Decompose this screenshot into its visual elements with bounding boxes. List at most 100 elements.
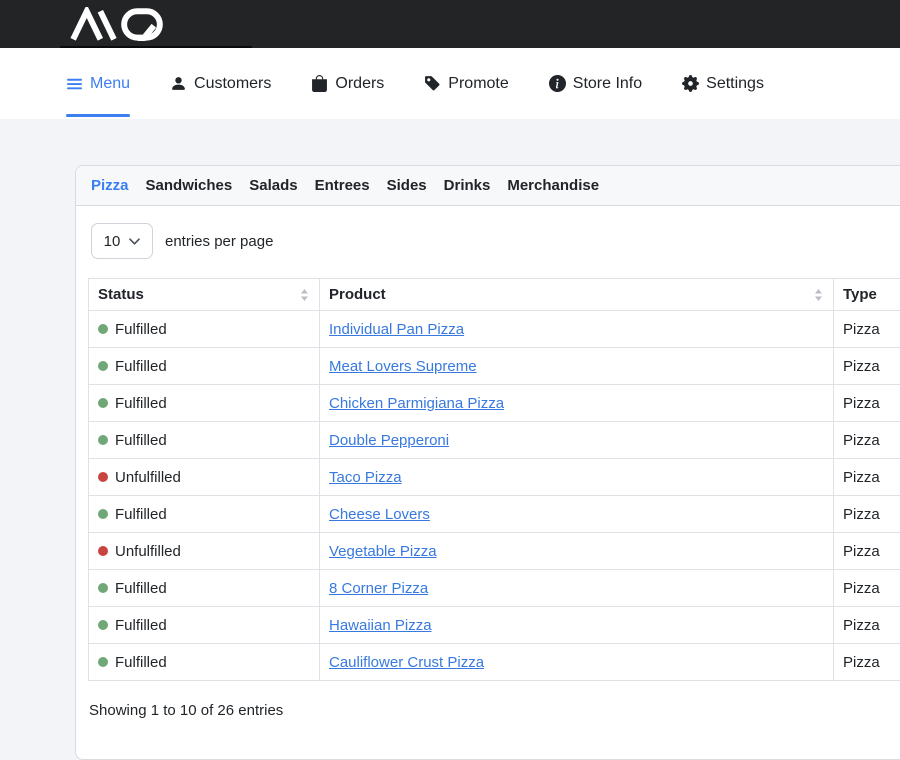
info-icon [549, 75, 566, 92]
nav-item-label: Menu [90, 75, 130, 93]
status-badge: Fulfilled [98, 395, 310, 412]
tag-icon [424, 75, 441, 92]
status-label: Fulfilled [115, 617, 167, 634]
app-header [0, 0, 900, 48]
nav-item-settings[interactable]: Settings [682, 48, 764, 119]
status-cell: Fulfilled [89, 348, 320, 385]
status-dot [98, 324, 108, 334]
table-row: FulfilledCheese LoversPizza [89, 496, 900, 533]
tab-merchandise[interactable]: Merchandise [507, 177, 599, 194]
bag-icon [311, 75, 328, 92]
status-badge: Fulfilled [98, 617, 310, 634]
type-cell: Pizza [834, 533, 900, 570]
table-header-row: Status Product Type [89, 279, 900, 311]
sort-icon[interactable] [814, 288, 823, 301]
logo-q-ring [124, 11, 160, 37]
page-size-label: entries per page [165, 233, 273, 250]
status-dot [98, 398, 108, 408]
status-label: Fulfilled [115, 432, 167, 449]
product-link[interactable]: Cauliflower Crust Pizza [329, 654, 484, 671]
status-label: Fulfilled [115, 358, 167, 375]
tab-drinks[interactable]: Drinks [444, 177, 491, 194]
page-size-value: 10 [104, 233, 121, 250]
status-label: Fulfilled [115, 321, 167, 338]
chevron-down-icon [129, 238, 140, 245]
nav-item-store-info[interactable]: Store Info [549, 48, 642, 119]
type-cell: Pizza [834, 311, 900, 348]
nav-bar: Menu Customers Orders Promote Store Info Sett… [0, 48, 900, 119]
product-cell: Taco Pizza [320, 459, 834, 496]
table-row: FulfilledChicken Parmigiana PizzaPizza [89, 385, 900, 422]
nav-item-label: Customers [194, 75, 271, 93]
table-header: Status Product Type [89, 279, 900, 311]
status-dot [98, 546, 108, 556]
category-tab-bar: Pizza Sandwiches Salads Entrees Sides Drinks M… [76, 166, 900, 206]
nav-item-label: Promote [448, 75, 508, 93]
product-link[interactable]: Individual Pan Pizza [329, 321, 464, 338]
status-badge: Fulfilled [98, 321, 310, 338]
tab-entrees[interactable]: Entrees [315, 177, 370, 194]
products-table: Status Product Type Fulfilled Individual Pa… [88, 278, 900, 681]
status-badge: Fulfilled [98, 506, 310, 523]
person-icon [170, 75, 187, 92]
nav-item-customers[interactable]: Customers [170, 48, 271, 119]
status-cell: Unfulfilled [89, 533, 320, 570]
product-cell: Cauliflower Crust Pizza [320, 644, 834, 681]
status-label: Unfulfilled [115, 469, 181, 486]
column-header-status[interactable]: Status [89, 279, 320, 311]
table-body: FulfilledIndividual Pan PizzaPizzaFulfil… [89, 311, 900, 681]
status-cell: Fulfilled [89, 570, 320, 607]
active-nav-underline [66, 114, 130, 117]
status-cell: Unfulfilled [89, 459, 320, 496]
column-label: Type [843, 286, 877, 303]
product-cell: Individual Pan Pizza [320, 311, 834, 348]
app-logo-icon[interactable] [66, 7, 184, 41]
column-label: Status [98, 286, 144, 303]
product-cell: Meat Lovers Supreme [320, 348, 834, 385]
product-link[interactable]: Double Pepperoni [329, 432, 449, 449]
tab-sandwiches[interactable]: Sandwiches [146, 177, 233, 194]
status-cell: Fulfilled [89, 422, 320, 459]
product-link[interactable]: Vegetable Pizza [329, 543, 437, 560]
product-link[interactable]: 8 Corner Pizza [329, 580, 428, 597]
product-cell: Cheese Lovers [320, 496, 834, 533]
product-link[interactable]: Taco Pizza [329, 469, 402, 486]
table-summary: Showing 1 to 10 of 26 entries [89, 702, 900, 719]
status-badge: Fulfilled [98, 432, 310, 449]
menu-icon [66, 76, 83, 92]
column-header-product[interactable]: Product [320, 279, 834, 311]
table-row: Unfulfilled Vegetable Pizza Pizza [89, 533, 900, 570]
product-link[interactable]: Hawaiian Pizza [329, 617, 432, 634]
type-cell: Pizza [834, 644, 900, 681]
status-cell: Fulfilled [89, 644, 320, 681]
nav-item-orders[interactable]: Orders [311, 48, 384, 119]
status-dot [98, 509, 108, 519]
table-row: Fulfilled Double Pepperoni Pizza [89, 422, 900, 459]
table-row: FulfilledMeat Lovers SupremePizza [89, 348, 900, 385]
type-cell: Pizza [834, 607, 900, 644]
status-badge: Unfulfilled [98, 469, 310, 486]
type-cell: Pizza [834, 422, 900, 459]
tab-sides[interactable]: Sides [387, 177, 427, 194]
type-cell: Pizza [834, 570, 900, 607]
nav-item-promote[interactable]: Promote [424, 48, 508, 119]
product-link[interactable]: Chicken Parmigiana Pizza [329, 395, 504, 412]
status-dot [98, 620, 108, 630]
card-body: 10 entries per page Status Product Type Fu… [76, 206, 900, 759]
status-cell: Fulfilled [89, 311, 320, 348]
product-cell: Double Pepperoni [320, 422, 834, 459]
status-label: Fulfilled [115, 654, 167, 671]
table-row: Fulfilled Individual Pan Pizza Pizza [89, 311, 900, 348]
sort-icon[interactable] [300, 288, 309, 301]
status-badge: Fulfilled [98, 358, 310, 375]
nav-item-menu[interactable]: Menu [66, 48, 130, 119]
tab-pizza[interactable]: Pizza [91, 177, 129, 194]
status-dot [98, 583, 108, 593]
column-label: Product [329, 286, 386, 303]
status-label: Fulfilled [115, 580, 167, 597]
product-cell: Hawaiian Pizza [320, 607, 834, 644]
tab-salads[interactable]: Salads [249, 177, 297, 194]
product-link[interactable]: Cheese Lovers [329, 506, 430, 523]
product-link[interactable]: Meat Lovers Supreme [329, 358, 477, 375]
page-size-select[interactable]: 10 [91, 223, 153, 259]
